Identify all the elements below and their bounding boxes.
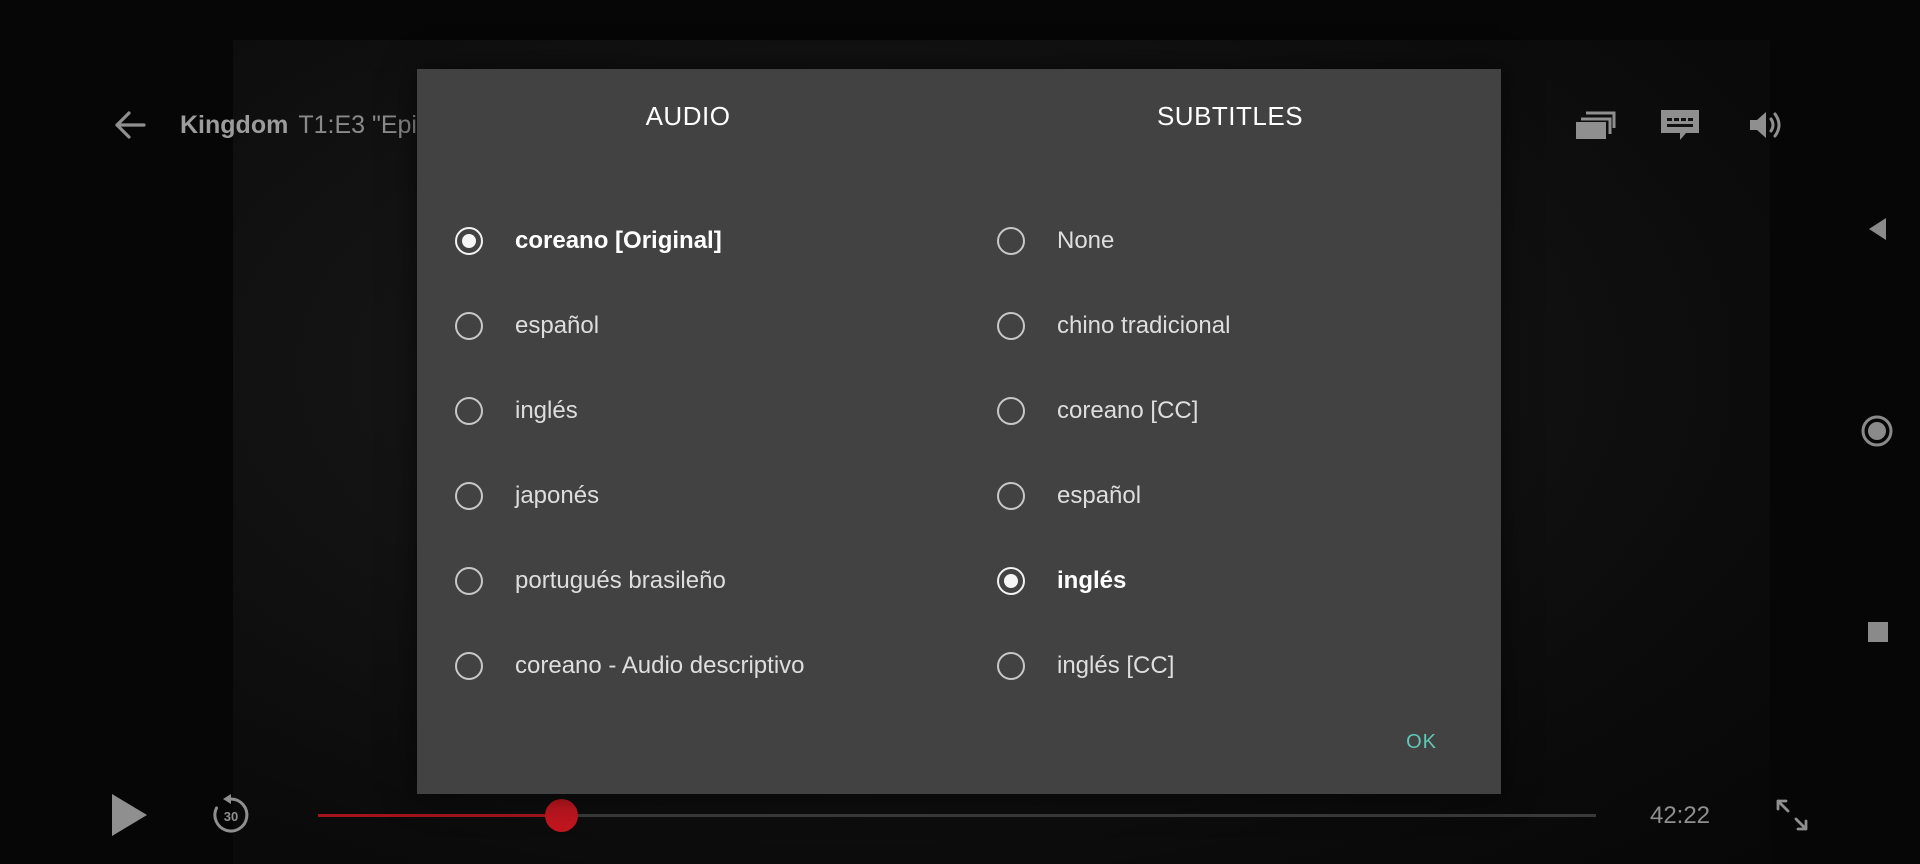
fullscreen-icon	[1776, 799, 1808, 831]
audio-header: AUDIO	[645, 101, 731, 131]
nav-recents-square-icon	[1868, 622, 1888, 642]
play-icon	[112, 794, 147, 836]
audio-option[interactable]: portugués brasileño	[455, 551, 935, 611]
ok-button[interactable]: OK	[1398, 725, 1445, 760]
audio-option-label: coreano - Audio descriptivo	[515, 652, 805, 679]
audio-option[interactable]: inglés	[455, 381, 935, 441]
video-player-screen: Kingdom T1:E3 "Epi 30 42:22 AUDIO corean…	[0, 0, 1920, 864]
rewind-10-icon: 30	[213, 794, 249, 833]
nav-back-triangle-icon	[1869, 218, 1886, 240]
episodes-button[interactable]	[1572, 103, 1618, 147]
volume-button[interactable]	[1743, 103, 1789, 147]
subtitles-icon	[1661, 110, 1699, 140]
subtitle-option[interactable]: inglés	[997, 551, 1477, 611]
subtitle-option-label: inglés	[1057, 567, 1127, 594]
audio-column: AUDIO coreano [Original] español inglés jap…	[417, 69, 959, 709]
subtitles-column: SUBTITLES None chino tradicional coreano […	[959, 69, 1501, 709]
radio-unselected-icon[interactable]	[455, 567, 483, 595]
audio-option-label: portugués brasileño	[515, 567, 726, 594]
fullscreen-button[interactable]	[1770, 793, 1814, 837]
subtitle-option-label: coreano [CC]	[1057, 397, 1199, 424]
arrow-left-icon	[115, 111, 146, 139]
audio-subtitles-dialog: AUDIO coreano [Original] español inglés jap…	[417, 69, 1501, 794]
episode-title: T1:E3 "Epi	[298, 111, 417, 139]
seek-bar[interactable]	[318, 799, 1596, 832]
seek-knob[interactable]	[544, 799, 578, 832]
episode-title-block: Kingdom T1:E3 "Epi	[180, 111, 417, 140]
rewind-button[interactable]: 30	[206, 790, 256, 840]
subtitles-button[interactable]	[1657, 103, 1703, 147]
seek-progress	[318, 814, 561, 817]
radio-unselected-icon[interactable]	[997, 312, 1025, 340]
subtitle-option[interactable]: chino tradicional	[997, 296, 1477, 356]
radio-unselected-icon[interactable]	[997, 482, 1025, 510]
subtitle-option-label: None	[1057, 227, 1115, 254]
episodes-stack-icon	[1576, 111, 1616, 139]
radio-unselected-icon[interactable]	[455, 312, 483, 340]
audio-option-label: inglés	[515, 397, 578, 424]
radio-selected-icon[interactable]	[455, 227, 483, 255]
radio-selected-icon[interactable]	[997, 567, 1025, 595]
audio-option[interactable]: español	[455, 296, 935, 356]
show-title: Kingdom	[180, 111, 289, 139]
audio-option[interactable]: coreano [Original]	[455, 211, 935, 271]
play-button[interactable]	[106, 790, 152, 840]
system-nav-back-button[interactable]	[1862, 212, 1892, 246]
subtitles-header: SUBTITLES	[1156, 101, 1304, 131]
time-remaining: 42:22	[1649, 802, 1711, 829]
audio-option-label: español	[515, 312, 600, 339]
system-nav-home-button[interactable]	[1858, 412, 1896, 450]
subtitle-option[interactable]: español	[997, 466, 1477, 526]
radio-unselected-icon[interactable]	[997, 227, 1025, 255]
subtitle-option[interactable]: None	[997, 211, 1477, 271]
radio-unselected-icon[interactable]	[455, 482, 483, 510]
back-button[interactable]	[108, 103, 152, 147]
subtitle-option[interactable]: coreano [CC]	[997, 381, 1477, 441]
audio-option[interactable]: japonés	[455, 466, 935, 526]
subtitle-option[interactable]: inglés [CC]	[997, 636, 1477, 696]
radio-unselected-icon[interactable]	[455, 652, 483, 680]
subtitle-option-label: español	[1057, 482, 1142, 509]
radio-unselected-icon[interactable]	[997, 652, 1025, 680]
radio-unselected-icon[interactable]	[455, 397, 483, 425]
rewind-seconds-label: 30	[224, 809, 238, 824]
audio-option-label: coreano [Original]	[515, 227, 722, 254]
nav-home-circle-icon	[1861, 415, 1893, 447]
audio-option[interactable]: coreano - Audio descriptivo	[455, 636, 935, 696]
speaker-icon	[1750, 112, 1781, 138]
system-nav-recents-button[interactable]	[1864, 618, 1892, 646]
audio-option-label: japonés	[515, 482, 600, 509]
subtitle-option-label: chino tradicional	[1057, 312, 1231, 339]
subtitle-option-label: inglés [CC]	[1057, 652, 1175, 679]
radio-unselected-icon[interactable]	[997, 397, 1025, 425]
